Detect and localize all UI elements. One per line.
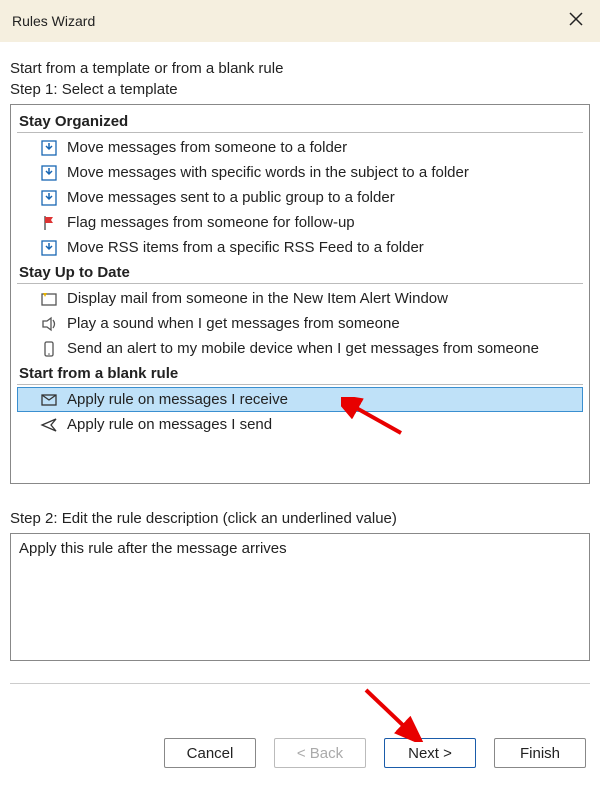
template-item[interactable]: Flag messages from someone for follow-up (17, 210, 583, 235)
titlebar: Rules Wizard (0, 0, 600, 42)
template-item[interactable]: Play a sound when I get messages from so… (17, 311, 583, 336)
template-item[interactable]: Move RSS items from a specific RSS Feed … (17, 235, 583, 260)
move-to-folder-icon (39, 138, 59, 158)
close-icon (568, 11, 584, 32)
move-to-folder-icon (39, 188, 59, 208)
template-item-send[interactable]: Apply rule on messages I send (17, 412, 583, 437)
move-to-folder-icon (39, 163, 59, 183)
next-button[interactable]: Next > (384, 738, 476, 768)
envelope-icon (39, 390, 59, 410)
template-item[interactable]: Send an alert to my mobile device when I… (17, 336, 583, 361)
template-label: Move messages sent to a public group to … (67, 189, 395, 206)
template-label: Display mail from someone in the New Ite… (67, 290, 448, 307)
flag-icon (39, 213, 59, 233)
finish-button-label: Finish (520, 745, 560, 762)
template-label: Move messages from someone to a folder (67, 139, 347, 156)
close-button[interactable] (562, 7, 590, 35)
template-item[interactable]: Move messages from someone to a folder (17, 135, 583, 160)
new-alert-icon (39, 289, 59, 309)
mobile-icon (39, 339, 59, 359)
template-label: Apply rule on messages I receive (67, 391, 288, 408)
template-item[interactable]: Move messages with specific words in the… (17, 160, 583, 185)
button-separator (10, 683, 590, 684)
template-label: Move RSS items from a specific RSS Feed … (67, 239, 424, 256)
template-label: Move messages with specific words in the… (67, 164, 469, 181)
section-header-organized: Stay Organized (17, 109, 583, 133)
button-row: Cancel < Back Next > Finish (0, 725, 600, 787)
template-item[interactable]: Move messages sent to a public group to … (17, 185, 583, 210)
send-icon (39, 415, 59, 435)
template-item-receive[interactable]: Apply rule on messages I receive (17, 387, 583, 412)
section-header-uptodate: Stay Up to Date (17, 260, 583, 284)
template-item[interactable]: Display mail from someone in the New Ite… (17, 286, 583, 311)
sound-icon (39, 314, 59, 334)
cancel-button[interactable]: Cancel (164, 738, 256, 768)
template-list: Stay Organized Move messages from someon… (10, 104, 590, 484)
template-label: Flag messages from someone for follow-up (67, 214, 355, 231)
template-label: Send an alert to my mobile device when I… (67, 340, 539, 357)
back-button: < Back (274, 738, 366, 768)
intro-text-2: Step 1: Select a template (10, 81, 590, 98)
dialog-title: Rules Wizard (12, 13, 95, 29)
move-to-folder-icon (39, 238, 59, 258)
finish-button[interactable]: Finish (494, 738, 586, 768)
rule-description-box[interactable]: Apply this rule after the message arrive… (10, 533, 590, 661)
rule-description-text: Apply this rule after the message arrive… (19, 540, 287, 557)
step2-label: Step 2: Edit the rule description (click… (10, 510, 590, 527)
template-label: Play a sound when I get messages from so… (67, 315, 400, 332)
template-label: Apply rule on messages I send (67, 416, 272, 433)
next-button-label: Next > (408, 745, 452, 762)
intro-text-1: Start from a template or from a blank ru… (10, 60, 590, 77)
back-button-label: < Back (297, 745, 343, 762)
section-header-blank: Start from a blank rule (17, 361, 583, 385)
cancel-button-label: Cancel (187, 745, 234, 762)
